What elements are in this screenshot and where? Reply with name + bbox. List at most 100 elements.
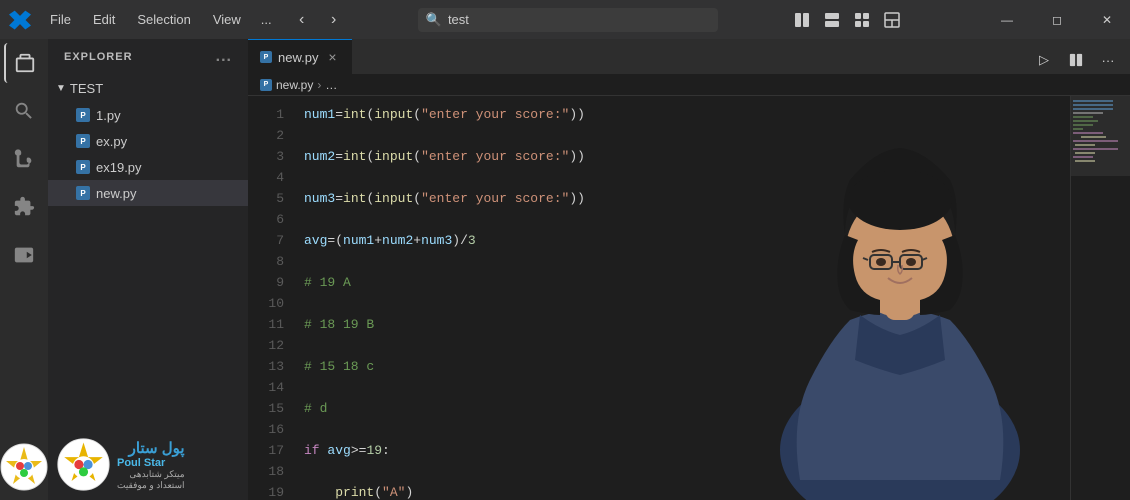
code-line: # 19 A	[304, 272, 1070, 293]
tree-file-expy[interactable]: P ex.py	[48, 128, 248, 154]
minimap[interactable]	[1070, 96, 1130, 500]
line-number: 7	[248, 230, 284, 251]
line-number: 17	[248, 440, 284, 461]
menu-file[interactable]: File	[40, 8, 81, 31]
activity-run[interactable]	[4, 235, 44, 275]
line-number: 1	[248, 104, 284, 125]
breadcrumb-path: …	[325, 78, 337, 92]
line-number: 15	[248, 398, 284, 419]
layout-btn-2[interactable]	[818, 6, 846, 34]
tree-file-1py[interactable]: P 1.py	[48, 102, 248, 128]
activity-explorer[interactable]	[4, 43, 44, 83]
line-number: 13	[248, 356, 284, 377]
main-area: Explorer ... ▼ TEST P 1.py P ex.py P ex1…	[0, 39, 1130, 500]
line-number: 10	[248, 293, 284, 314]
code-line: if avg>=19:	[304, 440, 1070, 461]
python-file-icon: P	[76, 134, 90, 148]
file-name: ex.py	[96, 134, 127, 149]
run-btn[interactable]: ▷	[1030, 46, 1058, 74]
search-input[interactable]	[448, 12, 710, 27]
line-number: 9	[248, 272, 284, 293]
close-button[interactable]: ✕	[1084, 0, 1130, 39]
code-line: # 15 18 c	[304, 356, 1070, 377]
menu-view[interactable]: View	[203, 8, 251, 31]
search-bar[interactable]: 🔍	[418, 8, 718, 32]
nav-back-btn[interactable]: ‹	[288, 6, 316, 34]
window-controls: — ◻ ✕	[984, 0, 1130, 39]
code-line: avg=(num1+num2+num3)/3	[304, 230, 1070, 251]
poul-star-brand: Poul Star	[117, 457, 185, 469]
code-line: # d	[304, 398, 1070, 419]
python-file-icon: P	[76, 108, 90, 122]
line-number: 6	[248, 209, 284, 230]
vscode-logo	[0, 9, 40, 31]
line-number: 18	[248, 461, 284, 482]
line-number: 8	[248, 251, 284, 272]
layout-btn-3[interactable]	[848, 6, 876, 34]
poul-star-activity-icon	[0, 442, 49, 492]
folder-name: TEST	[70, 81, 103, 96]
code-line: num1=int(input("enter your score:"))	[304, 104, 1070, 125]
menu-selection[interactable]: Selection	[127, 8, 200, 31]
code-line: # 18 19 B	[304, 314, 1070, 335]
nav-buttons: ‹ ›	[288, 6, 348, 34]
activity-search[interactable]	[4, 91, 44, 131]
activity-source-control[interactable]	[4, 139, 44, 179]
breadcrumb-file: new.py	[276, 78, 313, 92]
layout-buttons	[788, 6, 906, 34]
tree-file-newpy[interactable]: P new.py	[48, 180, 248, 206]
split-editor-btn[interactable]	[1062, 46, 1090, 74]
tree-folder-test[interactable]: ▼ TEST	[48, 74, 248, 102]
poul-star-tag2: استعداد و موفقیت	[117, 480, 185, 491]
tree-file-ex19py[interactable]: P ex19.py	[48, 154, 248, 180]
tab-end-buttons: ▷ ···	[1030, 46, 1130, 74]
line-number: 16	[248, 419, 284, 440]
title-bar: File Edit Selection View ... ‹ › 🔍 — ◻ ✕	[0, 0, 1130, 39]
tab-label: new.py	[278, 50, 318, 65]
code-content[interactable]: num1=int(input("enter your score:")) num…	[296, 96, 1070, 500]
line-number: 3	[248, 146, 284, 167]
layout-btn-1[interactable]	[788, 6, 816, 34]
explorer-title: Explorer	[64, 51, 133, 63]
tabs-bar: P new.py × ▷ ···	[248, 39, 1130, 74]
code-line: num2=int(input("enter your score:"))	[304, 146, 1070, 167]
activity-bar	[0, 39, 48, 500]
sidebar: Explorer ... ▼ TEST P 1.py P ex.py P ex1…	[48, 39, 248, 500]
breadcrumb: P new.py › …	[248, 74, 1130, 96]
menu-edit[interactable]: Edit	[83, 8, 125, 31]
breadcrumb-file-icon: P	[260, 79, 272, 91]
restore-button[interactable]: ◻	[1034, 0, 1080, 39]
python-file-icon: P	[76, 160, 90, 174]
editor-area: P new.py × ▷ ··· P new.py › … 1 2 3 4 5 …	[248, 39, 1130, 500]
poul-star-text: پول ستار Poul Star میتکر شتابدهی استعداد…	[117, 439, 185, 491]
menu-more[interactable]: ...	[253, 8, 280, 31]
line-number: 14	[248, 377, 284, 398]
poul-star-logo	[56, 437, 111, 492]
sidebar-header: Explorer ...	[48, 39, 248, 74]
code-line: num3=int(input("enter your score:"))	[304, 188, 1070, 209]
chevron-down-icon: ▼	[56, 83, 66, 94]
poul-branding: پول ستار Poul Star میتکر شتابدهی استعداد…	[48, 429, 248, 500]
activity-bottom	[0, 442, 49, 492]
sidebar-tree: ▼ TEST P 1.py P ex.py P ex19.py P new.py	[48, 74, 248, 429]
nav-forward-btn[interactable]: ›	[320, 6, 348, 34]
activity-extensions[interactable]	[4, 187, 44, 227]
poul-star-title: پول ستار	[117, 439, 185, 457]
search-icon: 🔍	[426, 12, 442, 28]
line-number: 11	[248, 314, 284, 335]
menu-bar: File Edit Selection View ...	[40, 8, 280, 31]
file-name: new.py	[96, 186, 136, 201]
minimize-button[interactable]: —	[984, 0, 1030, 39]
more-actions-btn[interactable]: ···	[1094, 46, 1122, 74]
tab-newpy[interactable]: P new.py ×	[248, 39, 352, 74]
tab-close-btn[interactable]: ×	[324, 49, 340, 65]
tab-file-icon: P	[260, 51, 272, 63]
minimap-thumb	[1071, 96, 1130, 176]
layout-btn-4[interactable]	[878, 6, 906, 34]
code-editor[interactable]: 1 2 3 4 5 6 7 8 9 10 11 12 13 14 15 16 1…	[248, 96, 1130, 500]
code-line: print("A")	[304, 482, 1070, 500]
file-name: 1.py	[96, 108, 121, 123]
sidebar-more-btn[interactable]: ...	[216, 48, 232, 66]
line-number: 2	[248, 125, 284, 146]
line-numbers: 1 2 3 4 5 6 7 8 9 10 11 12 13 14 15 16 1…	[248, 96, 296, 500]
